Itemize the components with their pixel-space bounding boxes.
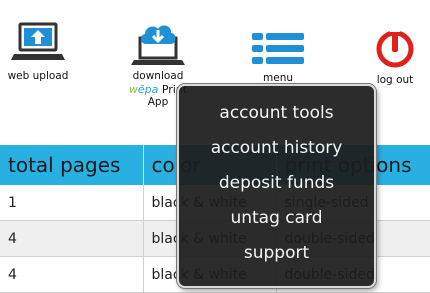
cell-total-pages: 1 [0,185,144,221]
wepa-logo-w: w [128,83,138,96]
menu-item-untag-card[interactable]: untag card [179,207,374,229]
menu-item-account-history[interactable]: account history [179,137,374,159]
menu-item-deposit-funds[interactable]: deposit funds [179,172,374,194]
power-icon [376,29,414,68]
web-upload-button[interactable]: web upload [0,22,76,83]
web-upload-label: web upload [7,70,69,82]
stack-menu-icon [252,33,304,64]
wepa-logo-epa: ēpa [137,83,159,96]
menu-item-account-tools[interactable]: account tools [179,102,374,124]
laptop-cloud-download-icon [131,25,185,65]
menu-button[interactable]: menu [240,30,316,85]
menu-item-support[interactable]: support [179,242,374,264]
log-out-button[interactable]: log out [360,28,430,87]
download-label: download [132,70,184,82]
header-total-pages[interactable]: total pages [0,145,144,185]
laptop-upload-icon [11,22,65,60]
menu-popup: account tools account history deposit fu… [177,84,376,288]
cell-total-pages: 4 [0,256,144,293]
cell-total-pages: 4 [0,220,144,257]
